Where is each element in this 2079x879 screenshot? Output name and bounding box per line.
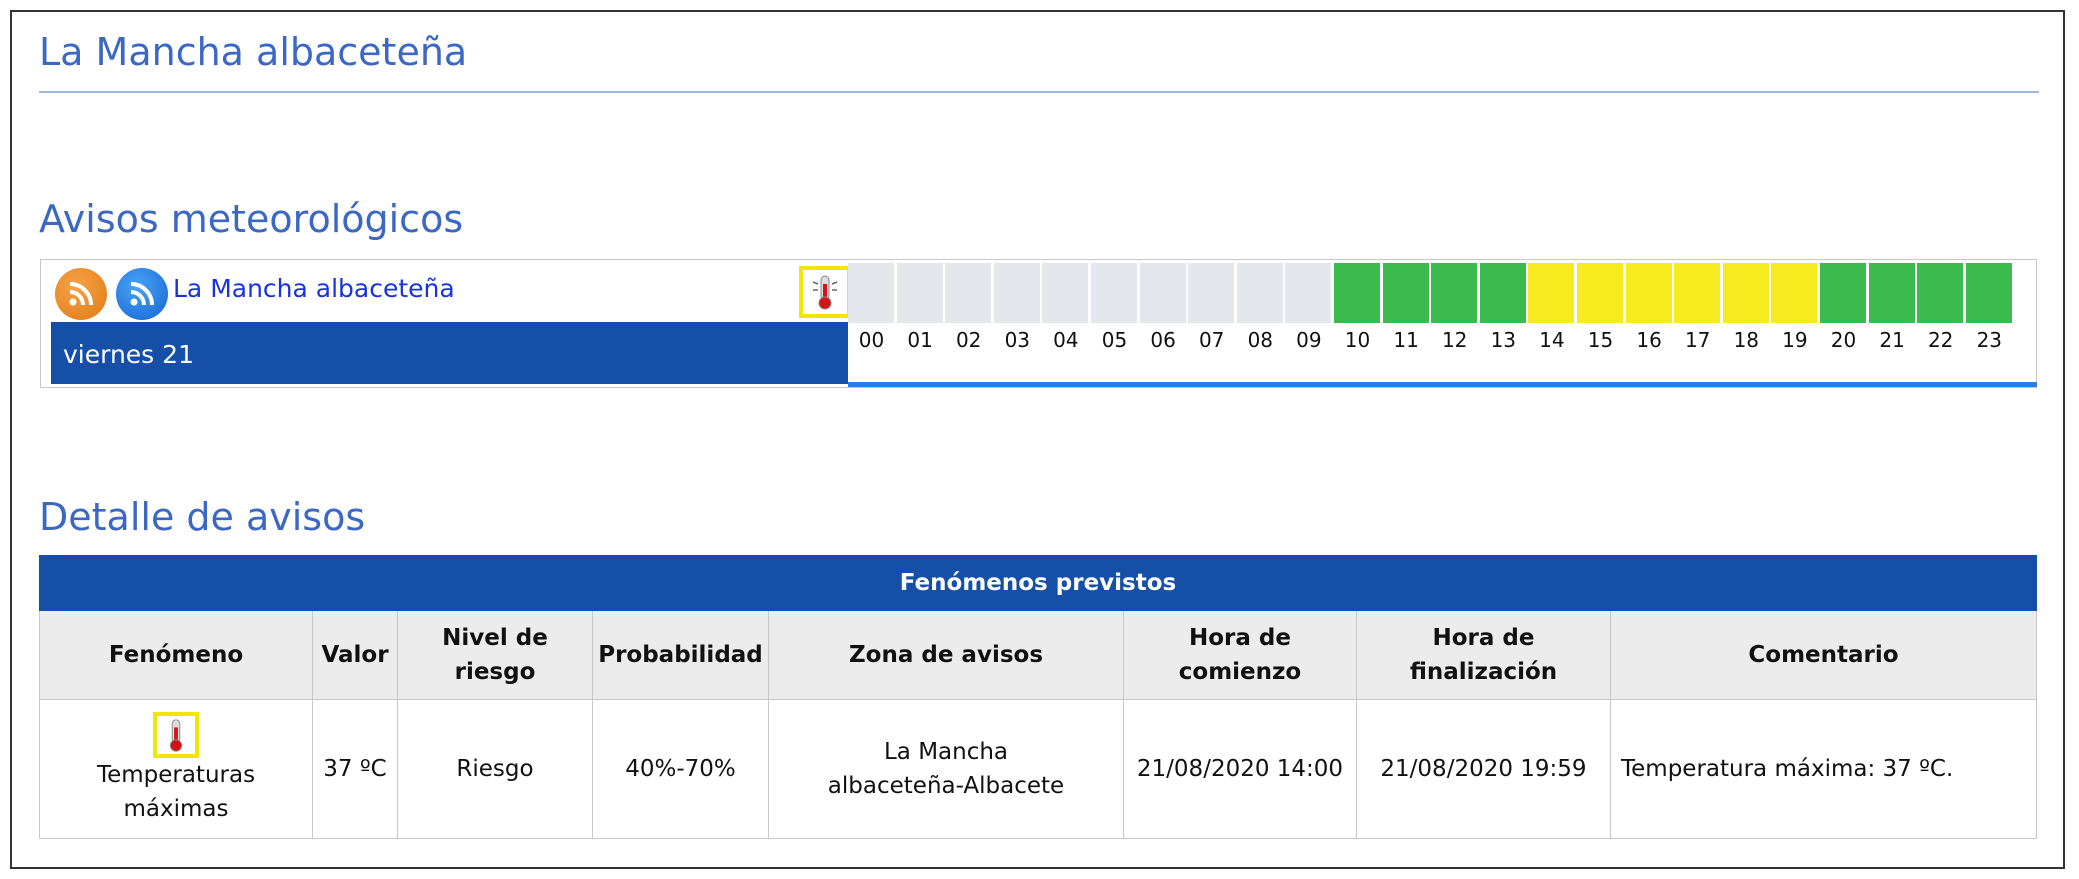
avisos-panel: La Mancha albaceteña viernes 21 00 01 02 03… <box>40 259 2037 388</box>
hour-cell-02[interactable] <box>945 263 993 323</box>
avisos-heading: Avisos meteorológicos <box>39 197 464 241</box>
detalle-heading: Detalle de avisos <box>39 495 366 539</box>
hour-cell-16[interactable] <box>1625 263 1673 323</box>
hour-cell-17[interactable] <box>1674 263 1722 323</box>
day-label: viernes 21 <box>63 340 194 369</box>
col-zona: Zona de avisos <box>768 610 1124 700</box>
hour-cell-21[interactable] <box>1868 263 1916 323</box>
hour-cell-08[interactable] <box>1236 263 1284 323</box>
hour-label-18: 18 <box>1733 328 1760 352</box>
col-finalizacion: Hora de finalización <box>1356 610 1611 700</box>
hour-cell-06[interactable] <box>1139 263 1187 323</box>
hour-cell-19[interactable] <box>1771 263 1819 323</box>
col-fenomeno: Fenómeno <box>39 610 313 700</box>
hour-label-15: 15 <box>1587 328 1614 352</box>
hour-label-03: 03 <box>1004 328 1031 352</box>
hour-label-19: 19 <box>1782 328 1808 352</box>
hour-label-11: 11 <box>1393 328 1419 352</box>
zona-text: La Mancha albaceteña-Albacete <box>827 739 1065 799</box>
day-bar: viernes 21 <box>51 322 848 384</box>
cell-comienzo: 21/08/2020 14:00 <box>1123 699 1357 839</box>
hour-label-22: 22 <box>1927 328 1954 352</box>
hour-cell-03[interactable] <box>993 263 1041 323</box>
zone-link[interactable]: La Mancha albaceteña <box>173 274 455 303</box>
hour-cell-20[interactable] <box>1820 263 1867 323</box>
hour-cell-10[interactable] <box>1334 263 1381 323</box>
thermometer-icon[interactable] <box>799 266 851 318</box>
hour-label-17: 17 <box>1684 328 1711 352</box>
table-header-row: Fenómeno Valor Nivel de riesgo Probabili… <box>39 610 2037 700</box>
hour-label-16: 16 <box>1636 328 1662 352</box>
hour-cell-12[interactable] <box>1431 263 1479 323</box>
hour-cell-13[interactable] <box>1479 263 1527 323</box>
thermometer-icon <box>153 712 199 758</box>
col-nivel-label: Nivel de riesgo <box>442 625 548 685</box>
col-comienzo: Hora de comienzo <box>1123 610 1357 700</box>
hour-label-12: 12 <box>1441 328 1468 352</box>
col-comentario: Comentario <box>1610 610 2037 700</box>
col-valor: Valor <box>312 610 398 700</box>
hour-label-10: 10 <box>1344 328 1371 352</box>
hour-label-01: 01 <box>907 328 933 352</box>
cell-finalizacion: 21/08/2020 19:59 <box>1356 699 1611 839</box>
rss-orange-icon[interactable] <box>55 268 107 320</box>
cell-fenomeno: Temperaturas máximas <box>39 699 313 839</box>
hour-cell-04[interactable] <box>1042 263 1090 323</box>
cell-zona: La Mancha albaceteña-Albacete <box>768 699 1124 839</box>
cell-nivel: Riesgo <box>397 699 593 839</box>
hour-cell-07[interactable] <box>1188 263 1236 323</box>
hour-label-00: 00 <box>858 328 885 352</box>
hour-label-09: 09 <box>1296 328 1322 352</box>
fenomeno-text: Temperaturas máximas <box>96 762 256 822</box>
table-row: Temperaturas máximas 37 ºC Riesgo 40%-70… <box>39 699 2037 839</box>
hour-label-04: 04 <box>1053 328 1079 352</box>
hour-label-08: 08 <box>1247 328 1274 352</box>
timeline-underline <box>848 382 2037 387</box>
cell-probabilidad: 40%-70% <box>592 699 769 839</box>
hour-cell-09[interactable] <box>1285 263 1333 323</box>
page-title: La Mancha albaceteña <box>39 30 468 74</box>
hour-cell-14[interactable] <box>1528 263 1576 323</box>
title-divider <box>39 91 2039 93</box>
hour-label-06: 06 <box>1150 328 1176 352</box>
table-caption: Fenómenos previstos <box>39 555 2037 611</box>
hour-label-02: 02 <box>955 328 982 352</box>
col-probabilidad: Probabilidad <box>592 610 769 700</box>
hour-label-21: 21 <box>1879 328 1905 352</box>
hour-label-05: 05 <box>1101 328 1128 352</box>
col-finalizacion-label: Hora de finalización <box>1409 625 1558 685</box>
cell-valor: 37 ºC <box>312 699 398 839</box>
hour-cell-18[interactable] <box>1722 263 1770 323</box>
hour-label-13: 13 <box>1490 328 1517 352</box>
cell-comentario: Temperatura máxima: 37 ºC. <box>1610 699 2037 839</box>
hour-label-14: 14 <box>1539 328 1565 352</box>
hour-cell-23[interactable] <box>1965 263 2013 323</box>
col-comienzo-label: Hora de comienzo <box>1178 625 1302 685</box>
hour-cell-01[interactable] <box>896 263 944 323</box>
warnings-table: Fenómenos previstos Fenómeno Valor Nivel… <box>39 555 2037 839</box>
rss-blue-icon[interactable] <box>116 268 168 320</box>
hour-label-20: 20 <box>1830 328 1857 352</box>
hour-cell-00[interactable] <box>848 263 895 323</box>
hour-cell-11[interactable] <box>1382 263 1430 323</box>
hour-label-07: 07 <box>1198 328 1225 352</box>
hour-cell-22[interactable] <box>1917 263 1965 323</box>
col-nivel: Nivel de riesgo <box>397 610 593 700</box>
hour-label-23: 23 <box>1976 328 2003 352</box>
hour-cell-15[interactable] <box>1577 263 1624 323</box>
hour-cell-05[interactable] <box>1091 263 1138 323</box>
